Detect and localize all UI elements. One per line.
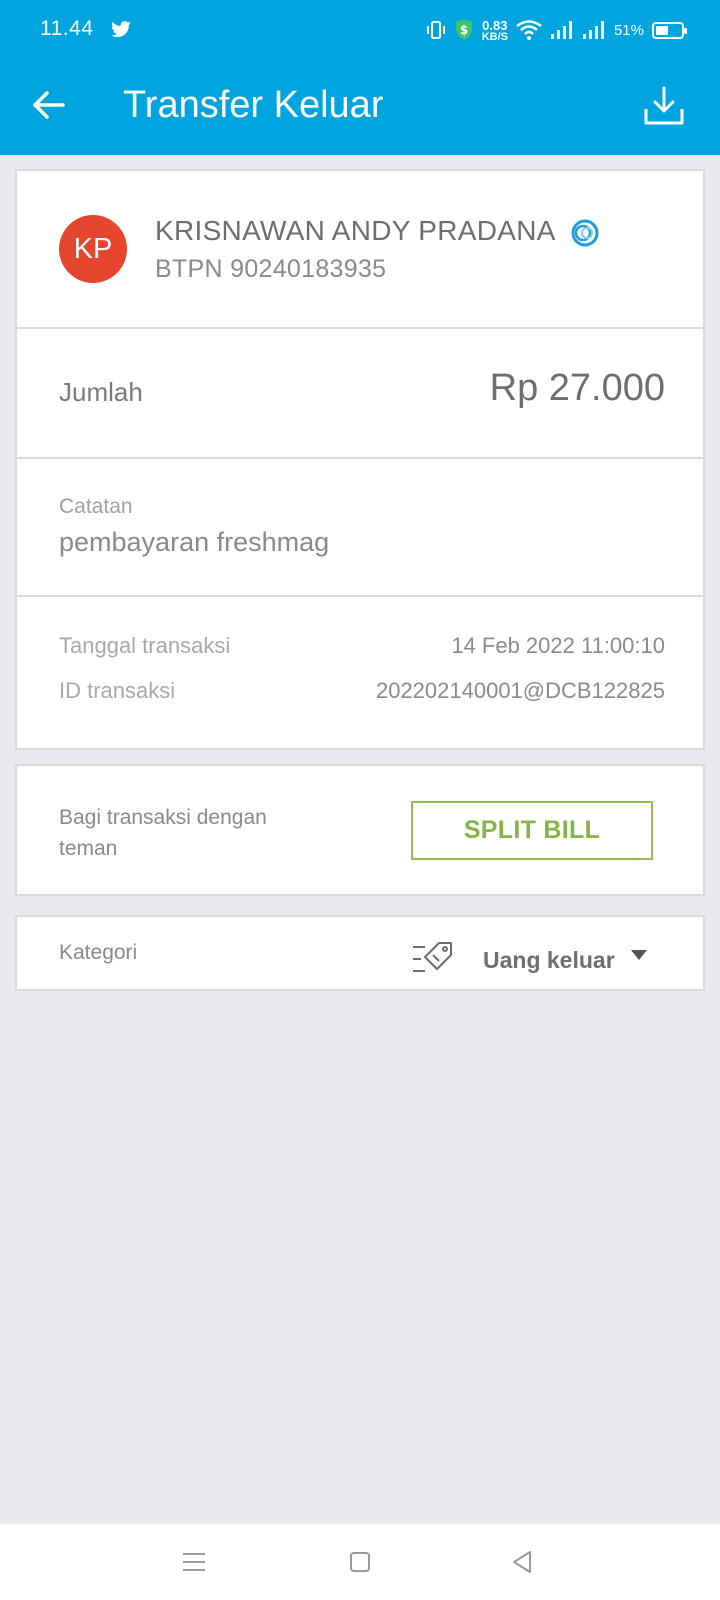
vibrate-icon [426, 21, 445, 39]
battery-percent: 51% [613, 21, 644, 39]
transaction-id-label: ID transaksi [59, 678, 176, 703]
system-back-button[interactable] [502, 1542, 542, 1582]
tag-icon [413, 942, 452, 972]
transaction-card: KP KRISNAWAN ANDY PRADANA BTPN 902401839… [15, 169, 705, 750]
download-icon [644, 86, 684, 125]
recipient-account: BTPN 90240183935 [155, 255, 387, 283]
twitter-icon [111, 21, 131, 38]
shield-dollar-icon: $ [455, 19, 472, 40]
download-button[interactable] [638, 80, 690, 132]
menu-icon [183, 1553, 205, 1571]
amount-section: Jumlah Rp 27.000 [17, 329, 703, 459]
signal-icon [550, 21, 572, 39]
signal-icon-2 [582, 21, 604, 39]
note-section: Catatan pembayaran freshmag [17, 459, 703, 597]
meta-section: Tanggal transaksi 14 Feb 2022 11:00:10 I… [17, 597, 703, 748]
battery-icon [652, 21, 687, 39]
avatar: KP [59, 215, 127, 283]
transaction-id-value: 202202140001@DCB122825 [375, 678, 665, 703]
date-label: Tanggal transaksi [59, 633, 231, 658]
status-time: 11.44 [40, 17, 94, 40]
dropdown-arrow-icon [631, 950, 647, 960]
split-bill-text: Bagi transaksi dengan teman [59, 806, 267, 860]
wifi-icon [516, 20, 542, 40]
battery-fill [656, 25, 669, 35]
network-speed: 0.83 KB/S [481, 17, 508, 43]
note-value: pembayaran freshmag [59, 527, 330, 557]
recipient-section: KP KRISNAWAN ANDY PRADANA BTPN 902401839… [17, 171, 703, 329]
triangle-back-icon [513, 1551, 531, 1573]
amount-value: Rp 27.000 [489, 367, 665, 409]
status-bar: 11.44 $ 0.83 KB/S 51% [0, 0, 720, 60]
bank-logo-icon [571, 219, 599, 247]
date-value: 14 Feb 2022 11:00:10 [451, 633, 665, 658]
app-header: Transfer Keluar [0, 60, 720, 155]
category-value: Uang keluar [483, 947, 615, 973]
status-icons: $ 0.83 KB/S 51% [426, 16, 687, 44]
back-button[interactable] [26, 82, 72, 128]
split-bill-button[interactable]: SPLIT BILL [411, 801, 653, 860]
page-title: Transfer Keluar [123, 84, 384, 126]
split-bill-card: Bagi transaksi dengan teman SPLIT BILL [15, 764, 705, 896]
amount-label: Jumlah [59, 377, 143, 407]
arrow-left-icon [33, 91, 65, 119]
svg-text:$: $ [460, 23, 468, 37]
category-card[interactable]: Kategori Uang keluar [15, 915, 705, 991]
square-icon [350, 1552, 370, 1572]
system-nav-bar [0, 1524, 720, 1600]
recipient-name: KRISNAWAN ANDY PRADANA [155, 215, 556, 246]
note-label: Catatan [59, 495, 133, 518]
recent-apps-button[interactable] [174, 1542, 214, 1582]
home-button[interactable] [340, 1542, 380, 1582]
category-label: Kategori [59, 941, 138, 964]
